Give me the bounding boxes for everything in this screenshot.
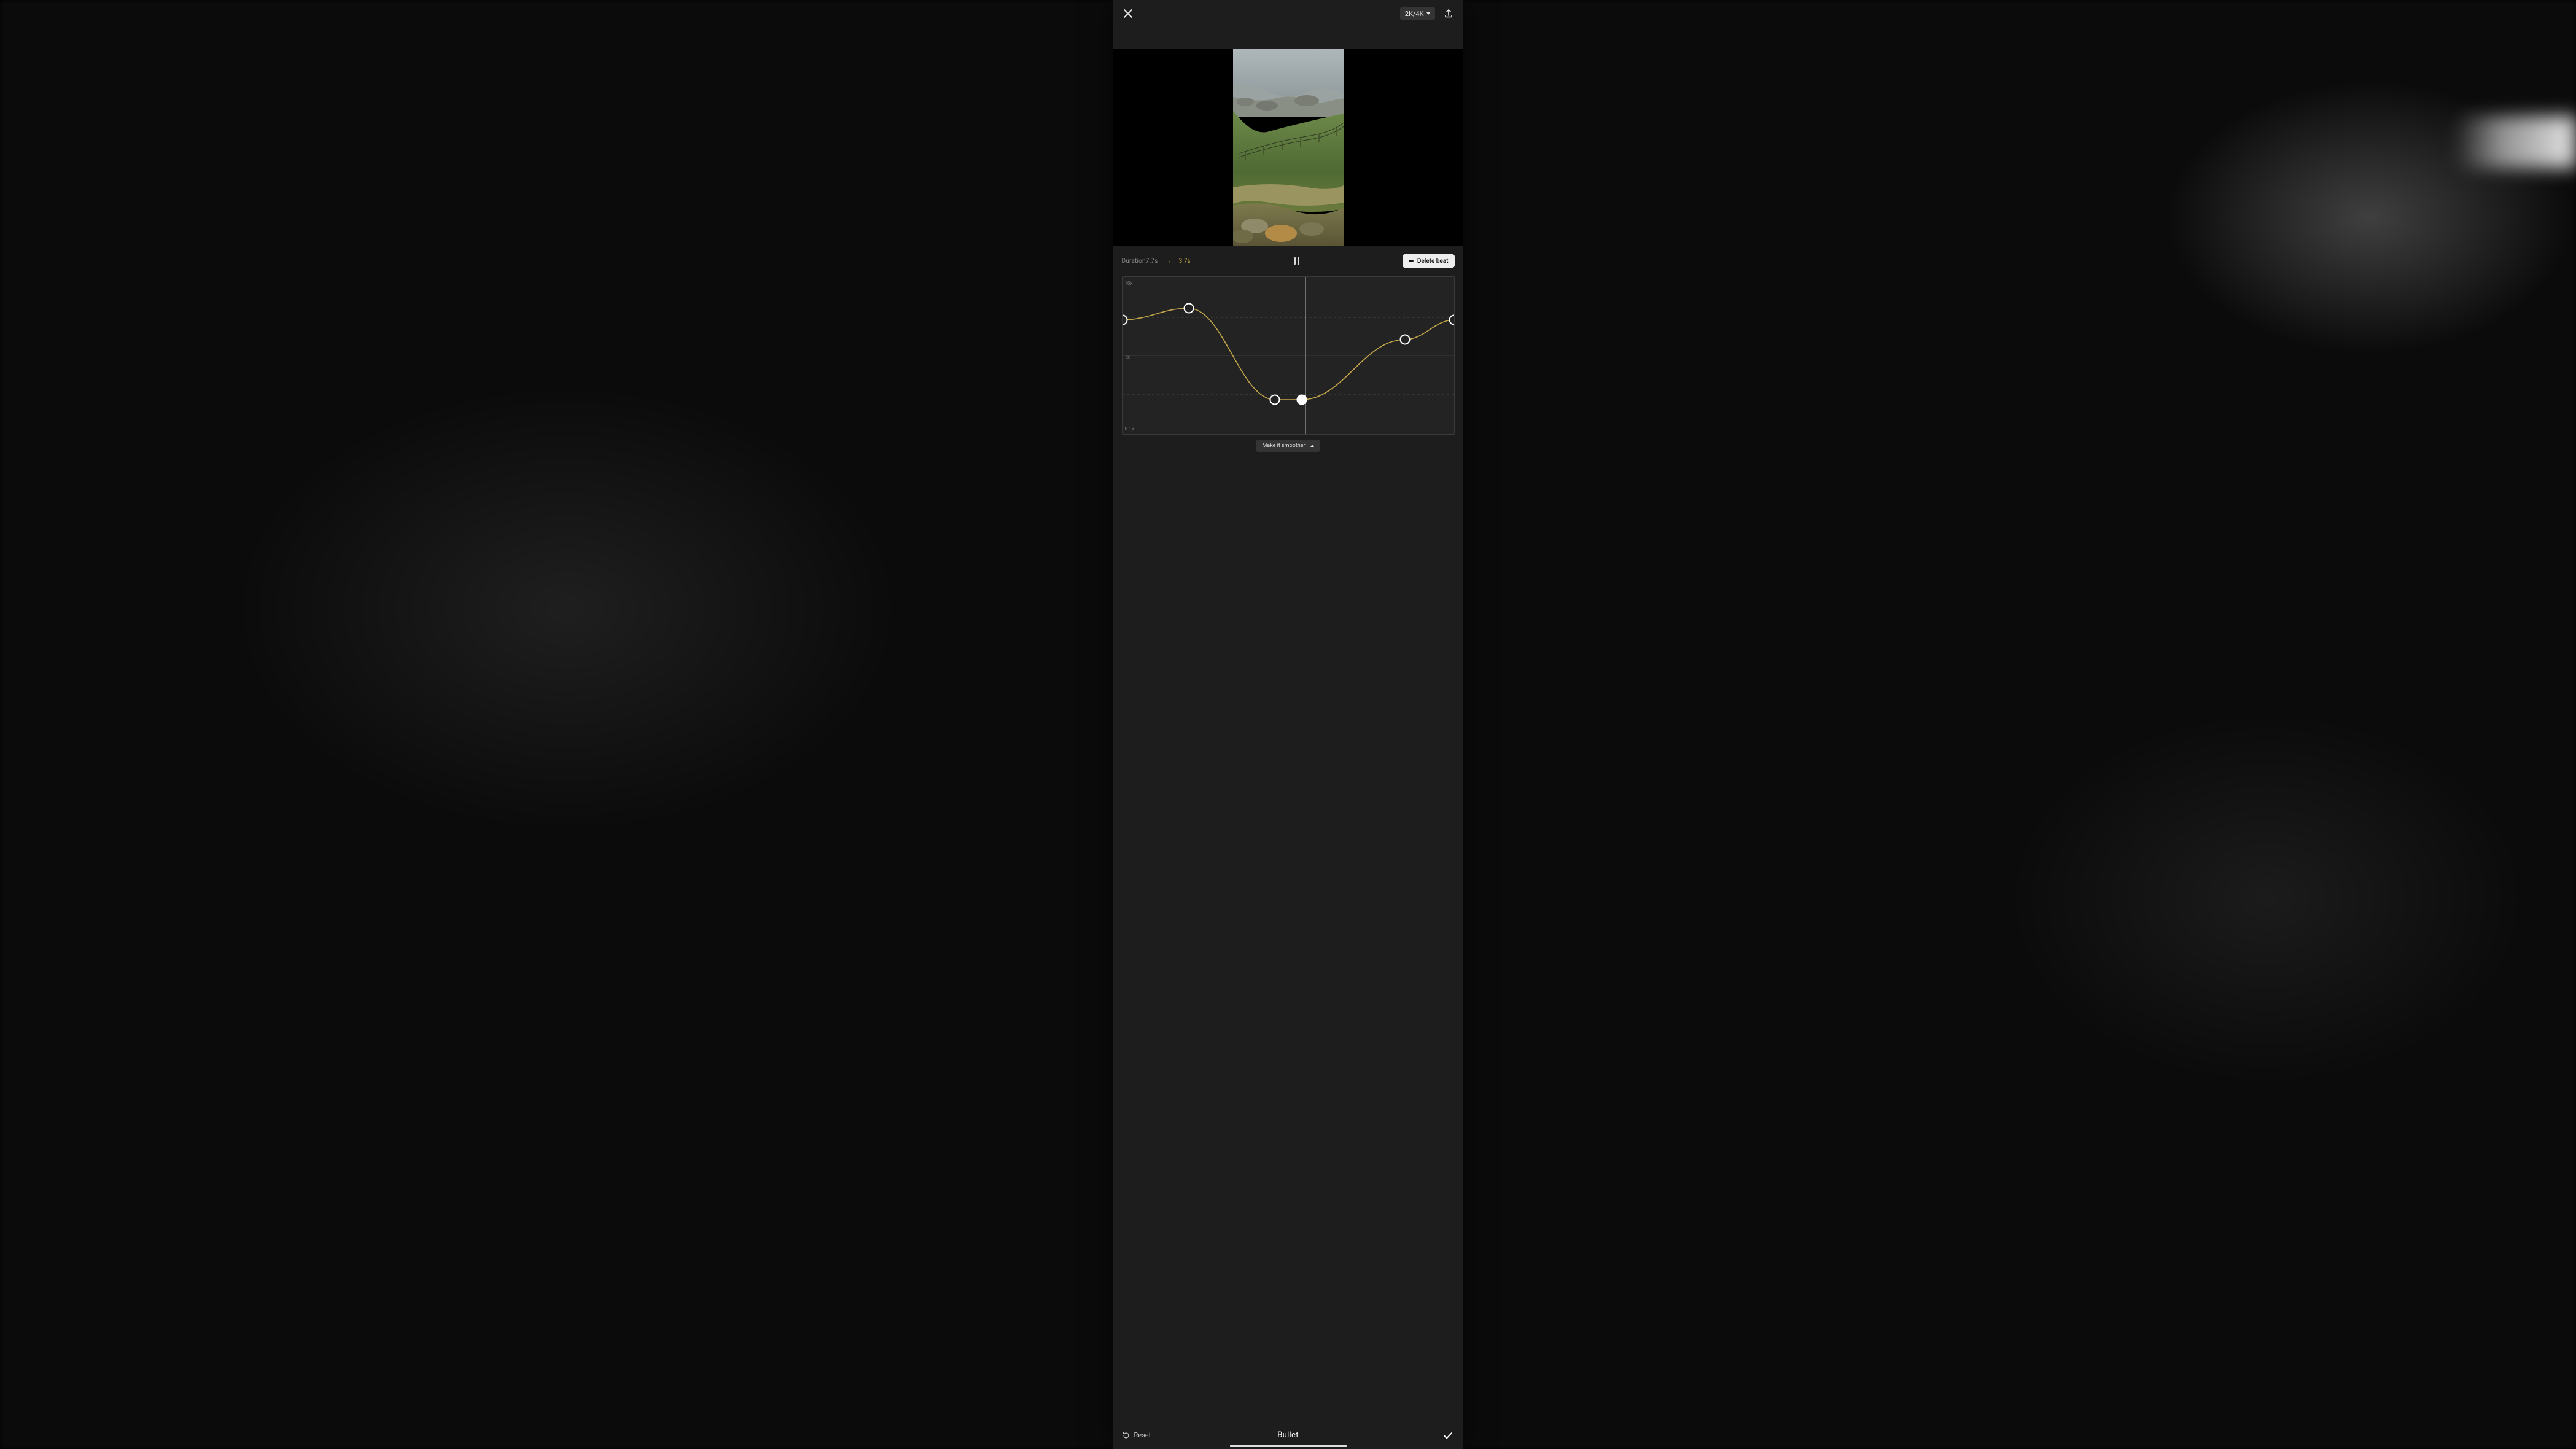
pause-bar-left [1294, 257, 1296, 265]
minus-icon [1409, 260, 1414, 262]
close-icon [1123, 9, 1133, 18]
export-icon [1444, 9, 1453, 18]
duration-result: 3.7s [1179, 258, 1191, 265]
preset-name: Bullet [1277, 1431, 1299, 1440]
resolution-dropdown[interactable]: 2K/4K [1400, 7, 1435, 20]
play-pause-button[interactable] [1291, 255, 1302, 266]
home-indicator[interactable] [1230, 1445, 1347, 1447]
duration-row: Duration7.7s → 3.7s Delete beat [1113, 246, 1463, 276]
preview-frame[interactable] [1233, 49, 1344, 246]
export-button[interactable] [1440, 5, 1457, 22]
preview-image [1233, 49, 1344, 246]
reset-icon [1122, 1431, 1130, 1440]
make-smoother-label: Make it smoother [1262, 443, 1305, 449]
confirm-button[interactable] [1441, 1429, 1455, 1442]
reset-label: Reset [1134, 1431, 1151, 1439]
duration-label: Duration7.7s [1122, 258, 1158, 265]
delete-beat-label: Delete beat [1417, 258, 1449, 265]
close-button[interactable] [1119, 5, 1137, 22]
sheet-header: 2K/4K [1113, 0, 1463, 27]
pause-bar-right [1298, 257, 1299, 265]
sheet-footer: Reset Bullet [1113, 1421, 1463, 1449]
chevron-up-icon [1310, 445, 1314, 447]
speed-curve-panel[interactable]: 10x 1x 0.1x [1122, 276, 1455, 435]
check-icon [1442, 1429, 1454, 1442]
video-preview [1113, 49, 1463, 246]
speed-curve-sheet: 2K/4K [1113, 0, 1463, 1449]
duration-arrow-icon: → [1165, 258, 1172, 265]
resolution-label: 2K/4K [1405, 10, 1424, 18]
speed-curve-svg [1123, 277, 1454, 434]
make-smoother-button[interactable]: Make it smoother [1256, 440, 1320, 452]
chevron-down-icon [1426, 12, 1430, 15]
delete-beat-button[interactable]: Delete beat [1403, 254, 1455, 268]
reset-button[interactable]: Reset [1122, 1431, 1151, 1440]
